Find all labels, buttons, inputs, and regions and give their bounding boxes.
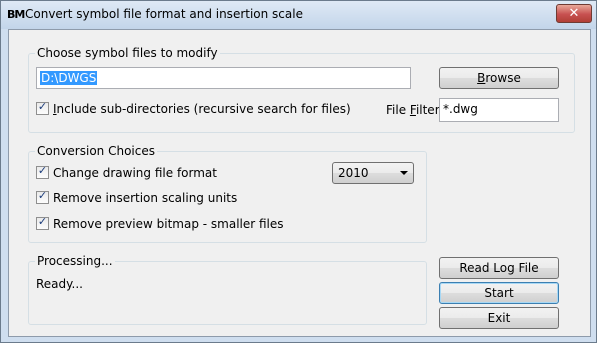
close-button[interactable]: ✕ [556, 4, 592, 23]
remove-preview-row[interactable]: ✓ Remove preview bitmap - smaller files [36, 215, 284, 232]
file-filter-label: File Filter [386, 102, 440, 118]
path-input[interactable]: D:\DWGS [36, 67, 411, 89]
processing-status: Ready... [36, 277, 83, 291]
dialog-window: BM Convert symbol file format and insert… [0, 0, 597, 343]
close-icon: ✕ [568, 6, 580, 21]
app-icon: BM [7, 8, 25, 21]
symbol-files-group-title: Choose symbol files to modify [35, 46, 220, 60]
start-button[interactable]: Start [439, 282, 559, 304]
window-title: Convert symbol file format and insertion… [25, 7, 303, 21]
file-filter-value: *.dwg [443, 102, 478, 116]
remove-preview-label: Remove preview bitmap - smaller files [53, 217, 284, 231]
change-format-label: Change drawing file format [53, 166, 217, 180]
chevron-down-icon [400, 171, 408, 175]
file-filter-label-rest: ilter [415, 103, 440, 117]
browse-button[interactable]: Browse [439, 67, 559, 89]
format-version-value: 2010 [338, 166, 369, 180]
exit-button[interactable]: Exit [439, 307, 559, 329]
remove-scaling-label: Remove insertion scaling units [53, 191, 238, 205]
change-format-row[interactable]: ✓ Change drawing file format [36, 164, 217, 181]
check-icon: ✓ [37, 215, 48, 228]
check-icon: ✓ [37, 164, 48, 177]
processing-group: Processing... [28, 254, 427, 325]
read-log-button[interactable]: Read Log File [439, 257, 559, 279]
file-filter-label-pre: File [386, 103, 410, 117]
include-subdirs-row[interactable]: ✓ Include sub-directories (recursive sear… [36, 100, 351, 117]
remove-preview-checkbox[interactable]: ✓ [36, 215, 49, 230]
include-subdirs-label: nclude sub-directories (recursive search… [56, 102, 351, 116]
conversion-group-title: Conversion Choices [35, 144, 157, 158]
path-input-value: D:\DWGS [40, 71, 98, 85]
change-format-checkbox[interactable]: ✓ [36, 164, 49, 179]
browse-label-rest: rowse [485, 71, 521, 85]
title-bar[interactable]: BM Convert symbol file format and insert… [1, 1, 596, 29]
include-subdirs-checkbox[interactable]: ✓ [36, 100, 49, 115]
dialog-client-area: Choose symbol files to modify D:\DWGS Br… [8, 29, 591, 337]
remove-scaling-checkbox[interactable]: ✓ [36, 189, 49, 204]
format-version-select[interactable]: 2010 [332, 162, 414, 184]
remove-scaling-row[interactable]: ✓ Remove insertion scaling units [36, 189, 238, 206]
check-icon: ✓ [37, 100, 48, 113]
file-filter-input[interactable]: *.dwg [439, 98, 559, 122]
check-icon: ✓ [37, 189, 48, 202]
processing-group-title: Processing... [35, 254, 115, 268]
